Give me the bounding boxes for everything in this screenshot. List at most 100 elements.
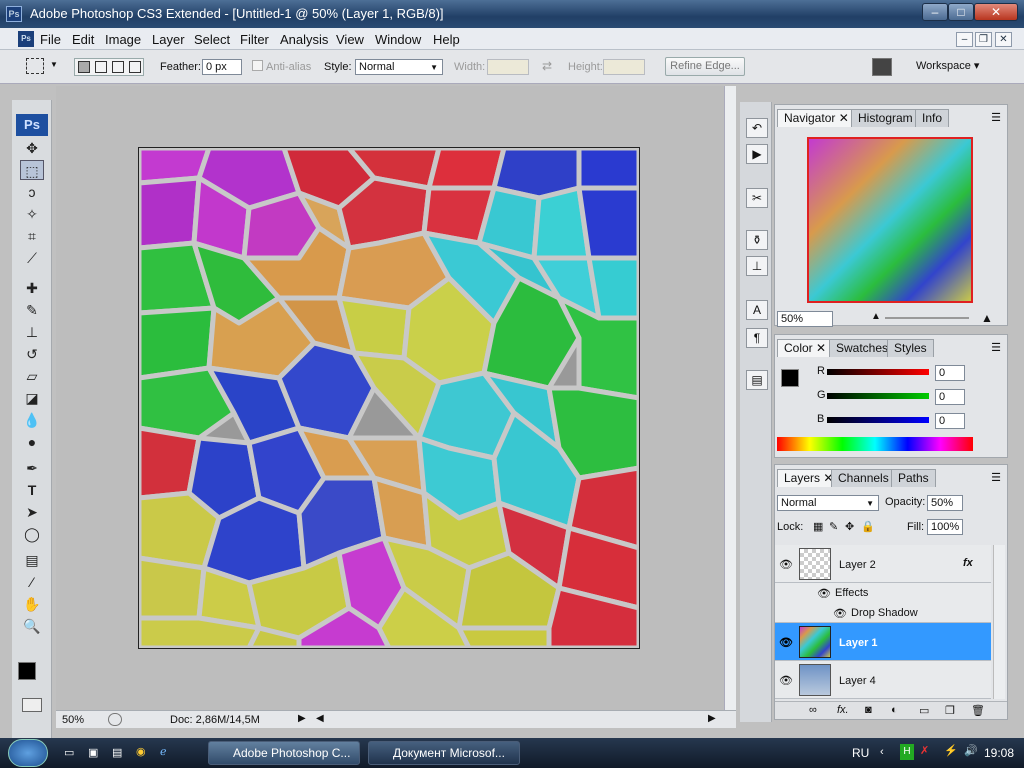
close-button[interactable]: ✕ bbox=[974, 3, 1018, 21]
r-slider[interactable] bbox=[827, 369, 929, 375]
menu-image[interactable]: Image bbox=[105, 32, 141, 47]
notes-tool-icon[interactable]: ▤ bbox=[20, 550, 44, 570]
panel-menu-icon[interactable]: ☰ bbox=[991, 341, 1001, 354]
bridge-icon[interactable] bbox=[872, 58, 892, 76]
chevron-down-icon[interactable]: ▼ bbox=[50, 60, 58, 69]
tray-app-icon[interactable]: H bbox=[900, 744, 914, 760]
eyedropper-tool-icon[interactable]: ⁄ bbox=[20, 572, 44, 592]
language-indicator[interactable]: RU bbox=[852, 746, 869, 760]
blend-mode-select[interactable]: Normal ▼ bbox=[777, 495, 879, 511]
menu-help[interactable]: Help bbox=[433, 32, 460, 47]
crop-tool-icon[interactable]: ⌗ bbox=[20, 226, 44, 246]
zoom-out-icon[interactable]: ▲ bbox=[871, 311, 881, 322]
history-brush-tool-icon[interactable]: ↺ bbox=[20, 344, 44, 364]
blur-tool-icon[interactable]: 💧 bbox=[20, 410, 44, 430]
chrome-icon[interactable]: ◉ bbox=[136, 745, 146, 758]
adjustment-layer-icon[interactable]: ◐ bbox=[891, 704, 898, 716]
width-input[interactable] bbox=[487, 59, 529, 75]
eye-icon[interactable]: 👁 bbox=[779, 674, 793, 687]
history-panel-icon[interactable]: ↶ bbox=[746, 118, 768, 138]
layer-row-layer2[interactable]: 👁 Layer 2 fx bbox=[775, 545, 991, 583]
intersect-selection-icon[interactable] bbox=[129, 61, 141, 73]
trash-icon[interactable]: 🗑 bbox=[971, 704, 985, 717]
foreground-color-swatch[interactable] bbox=[18, 662, 36, 680]
g-slider[interactable] bbox=[827, 393, 929, 399]
dodge-tool-icon[interactable]: ● bbox=[20, 432, 44, 452]
zoom-slider[interactable] bbox=[885, 317, 969, 319]
ps-document-icon[interactable]: Ps bbox=[18, 31, 34, 47]
minimize-button[interactable]: – bbox=[922, 3, 948, 21]
vertical-scrollbar[interactable] bbox=[724, 86, 736, 710]
lock-all-icon[interactable]: 🔒 bbox=[861, 520, 875, 533]
fx-icon[interactable]: fx bbox=[963, 557, 973, 569]
new-selection-icon[interactable] bbox=[78, 61, 90, 73]
quick-mask-icon[interactable] bbox=[22, 698, 42, 712]
tab-channels[interactable]: Channels bbox=[831, 469, 896, 487]
start-button[interactable] bbox=[8, 739, 48, 767]
opacity-input[interactable]: 50% bbox=[927, 495, 963, 511]
tab-histogram[interactable]: Histogram bbox=[851, 109, 920, 127]
slice-tool-icon[interactable]: ⟋ bbox=[20, 248, 44, 268]
subtract-selection-icon[interactable] bbox=[112, 61, 124, 73]
quicklaunch-icon[interactable]: ▤ bbox=[112, 746, 122, 759]
brush-tool-icon[interactable]: ✎ bbox=[20, 300, 44, 320]
new-group-icon[interactable]: ▭ bbox=[919, 704, 929, 717]
anti-alias-checkbox[interactable] bbox=[252, 60, 263, 71]
healing-brush-tool-icon[interactable]: ✚ bbox=[20, 278, 44, 298]
character-panel-icon[interactable]: A bbox=[746, 300, 768, 320]
zoom-level[interactable]: 50% bbox=[62, 714, 84, 726]
layer-row-layer4[interactable]: 👁 Layer 4 bbox=[775, 661, 991, 699]
brushes-panel-icon[interactable]: ⚱ bbox=[746, 230, 768, 250]
refine-edge-button[interactable]: Refine Edge... bbox=[665, 57, 745, 76]
tab-color[interactable]: Color ✕ bbox=[777, 339, 834, 357]
workspace-button[interactable]: Workspace ▾ bbox=[916, 59, 979, 72]
path-selection-tool-icon[interactable]: ➤ bbox=[20, 502, 44, 522]
ie-icon[interactable]: ℯ bbox=[160, 745, 167, 758]
eraser-tool-icon[interactable]: ▱ bbox=[20, 366, 44, 386]
tab-styles[interactable]: Styles bbox=[887, 339, 934, 357]
tray-arrow-icon[interactable]: ‹ bbox=[880, 746, 884, 758]
layer-row-layer1[interactable]: 👁 Layer 1 bbox=[775, 623, 991, 661]
type-tool-icon[interactable]: T bbox=[20, 480, 44, 500]
swap-dimensions-icon[interactable]: ⇄ bbox=[542, 59, 552, 73]
magic-wand-tool-icon[interactable]: ✧ bbox=[20, 204, 44, 224]
ellipse-tool-icon[interactable]: ◯ bbox=[20, 524, 44, 544]
task-photoshop[interactable]: Adobe Photoshop C... bbox=[208, 741, 360, 765]
link-layers-icon[interactable]: ∞ bbox=[809, 704, 817, 716]
clock[interactable]: 19:08 bbox=[984, 746, 1014, 760]
move-tool-icon[interactable]: ✥ bbox=[20, 138, 44, 158]
tool-presets-icon[interactable]: ✂ bbox=[746, 188, 768, 208]
network-icon[interactable]: ⚡ bbox=[944, 744, 958, 757]
b-slider[interactable] bbox=[827, 417, 929, 423]
doc-minimize-button[interactable]: – bbox=[956, 32, 973, 47]
panel-menu-icon[interactable]: ☰ bbox=[991, 471, 1001, 484]
menu-view[interactable]: View bbox=[336, 32, 364, 47]
navigator-thumbnail[interactable] bbox=[807, 137, 973, 303]
menu-file[interactable]: File bbox=[40, 32, 61, 47]
eye-icon[interactable]: 👁 bbox=[779, 636, 793, 649]
task-word[interactable]: Документ Microsof... bbox=[368, 741, 520, 765]
pen-tool-icon[interactable]: ✒ bbox=[20, 458, 44, 478]
hand-tool-icon[interactable]: ✋ bbox=[20, 594, 44, 614]
tab-info[interactable]: Info bbox=[915, 109, 950, 127]
r-input[interactable]: 0 bbox=[935, 365, 965, 381]
document-canvas[interactable] bbox=[138, 147, 640, 649]
menu-filter[interactable]: Filter bbox=[240, 32, 269, 47]
quicklaunch-icon[interactable]: ▣ bbox=[88, 746, 98, 759]
scroll-right-icon[interactable]: ▶ bbox=[708, 713, 716, 724]
marquee-tool-preset-icon[interactable] bbox=[26, 58, 44, 74]
status-menu-arrow-icon[interactable]: ▶ bbox=[298, 713, 306, 724]
clone-source-icon[interactable]: ⊥ bbox=[746, 256, 768, 276]
panel-menu-icon[interactable]: ☰ bbox=[991, 111, 1001, 124]
paint-bucket-tool-icon[interactable]: ◪ bbox=[20, 388, 44, 408]
height-input[interactable] bbox=[603, 59, 645, 75]
paragraph-panel-icon[interactable]: ¶ bbox=[746, 328, 768, 348]
menu-select[interactable]: Select bbox=[194, 32, 230, 47]
feather-input[interactable]: 0 px bbox=[202, 59, 242, 75]
effects-row[interactable]: 👁 Effects bbox=[775, 583, 991, 603]
add-mask-icon[interactable]: ◙ bbox=[865, 704, 872, 716]
layers-scrollbar[interactable] bbox=[993, 545, 1005, 699]
new-layer-icon[interactable]: ❐ bbox=[945, 704, 955, 717]
navigator-zoom-input[interactable]: 50% bbox=[777, 311, 833, 327]
layer-comps-icon[interactable]: ▤ bbox=[746, 370, 768, 390]
